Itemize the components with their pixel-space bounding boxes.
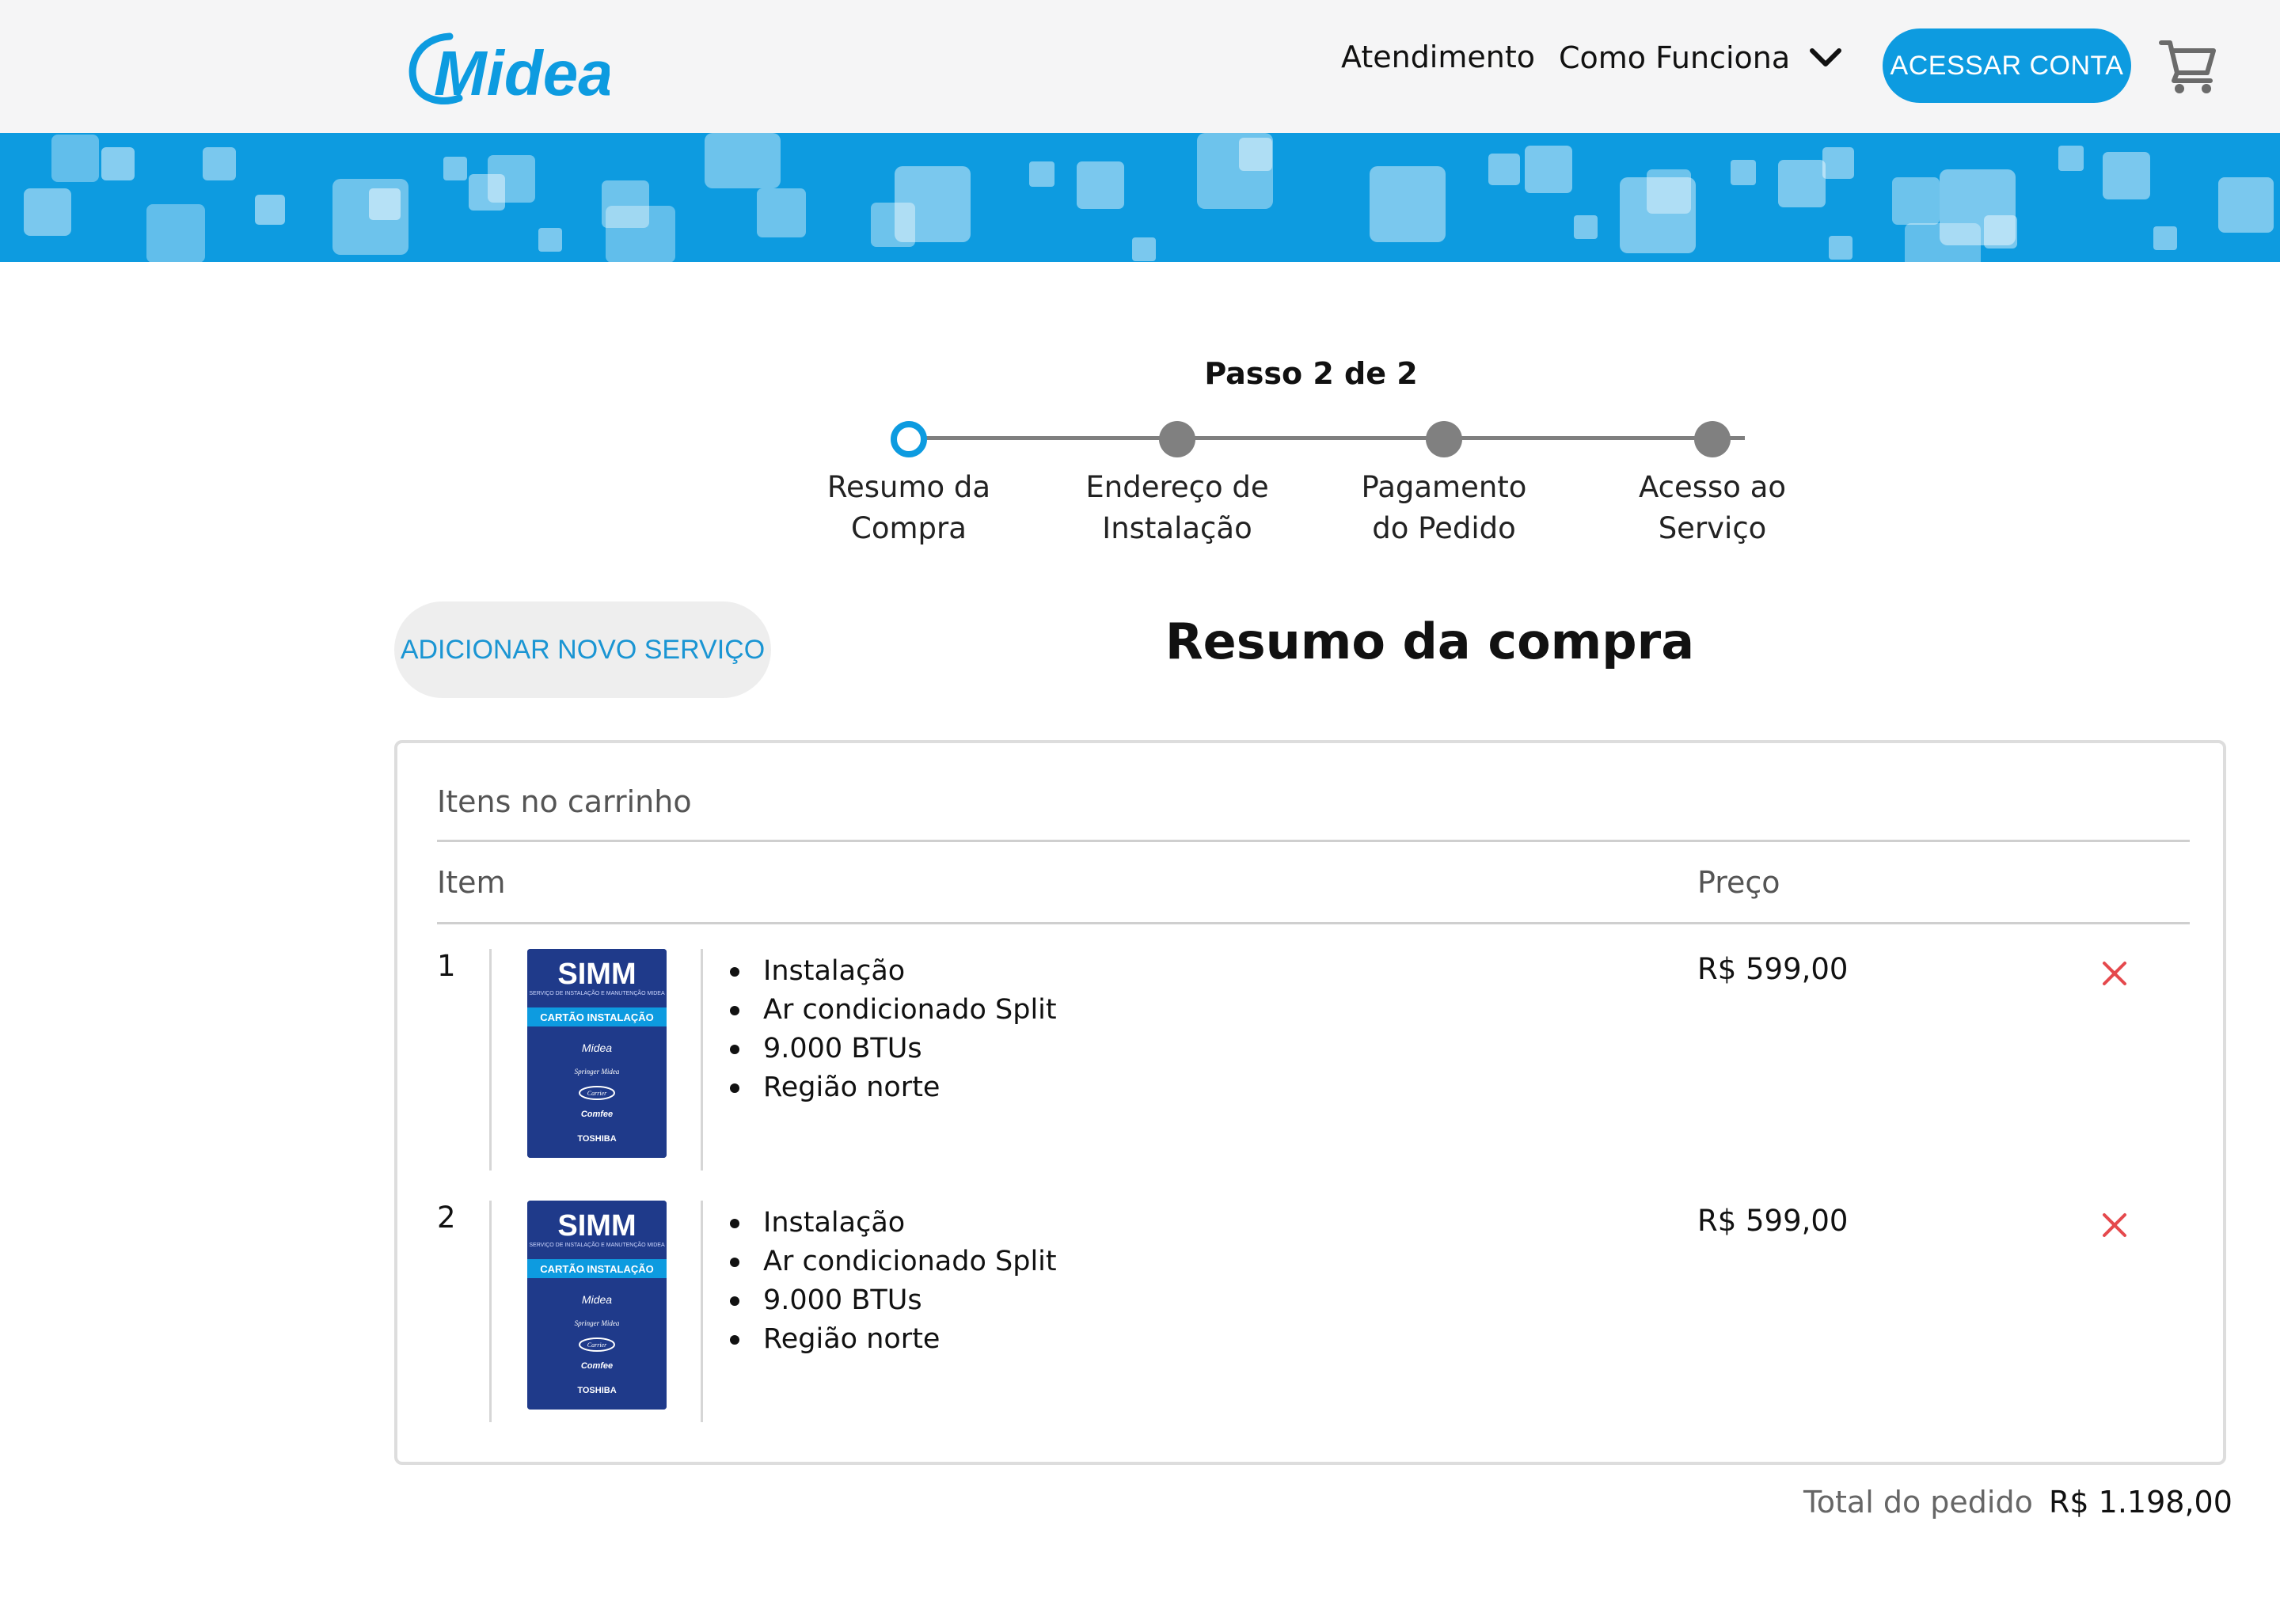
detail-product: Ar condicionado Split — [730, 991, 1057, 1030]
step-label-resumo: Resumo da Compra — [826, 470, 991, 545]
login-button[interactable]: ACESSAR CONTA — [1883, 28, 2131, 103]
card-logo-midea: Midea — [582, 1042, 612, 1054]
column-header-item: Item — [437, 865, 506, 900]
detail-product: Ar condicionado Split — [730, 1243, 1057, 1281]
card-logo-carrier: Carrier — [587, 1341, 607, 1349]
divider — [437, 840, 2190, 842]
remove-item-button[interactable] — [2095, 1205, 2134, 1245]
close-icon — [2103, 1213, 2126, 1237]
item-number: 2 — [437, 1201, 456, 1235]
banner-squares — [24, 133, 2274, 262]
card-logo-springer: Springer Midea — [575, 1068, 620, 1076]
step-caption: Passo 2 de 2 — [1204, 356, 1418, 391]
item-details-list: Instalação Ar condicionado Split 9.000 B… — [730, 952, 1057, 1107]
step-label-acesso: Acesso ao Serviço — [1638, 470, 1787, 545]
cart-item-row: 2 SIMM SERVIÇO DE INSTALAÇÃO E MANUTENÇÃ… — [397, 1201, 2223, 1438]
step-dot-resumo[interactable] — [891, 421, 927, 457]
detail-service: Instalação — [730, 1204, 1057, 1243]
row-divider — [489, 1201, 492, 1422]
nav-como-funciona[interactable]: Como Funciona — [1559, 40, 1844, 76]
detail-region: Região norte — [730, 1320, 1057, 1359]
card-logo-carrier: Carrier — [587, 1090, 607, 1097]
card-band: CARTÃO INSTALAÇÃO — [540, 1263, 653, 1275]
item-details-list: Instalação Ar condicionado Split 9.000 B… — [730, 1204, 1057, 1359]
order-total-label: Total do pedido — [1803, 1485, 2033, 1520]
detail-capacity: 9.000 BTUs — [730, 1030, 1057, 1068]
card-brand: SIMM — [557, 1209, 636, 1243]
item-number: 1 — [437, 949, 456, 983]
checkout-stepper: Resumo da Compra Endereço de Instalação … — [823, 412, 1805, 554]
detail-capacity: 9.000 BTUs — [730, 1281, 1057, 1320]
card-logo-midea: Midea — [582, 1293, 612, 1306]
step-dot-endereco[interactable] — [1159, 421, 1195, 457]
install-card-artwork: SIMM SERVIÇO DE INSTALAÇÃO E MANUTENÇÃO … — [527, 1201, 667, 1410]
cart-icon[interactable] — [2158, 35, 2220, 97]
card-logo-toshiba: TOSHIBA — [577, 1386, 616, 1395]
detail-region: Região norte — [730, 1068, 1057, 1107]
step-label-endereco: Endereço de Instalação — [1085, 470, 1269, 545]
stepper-track — [909, 436, 1745, 440]
add-service-button[interactable]: ADICIONAR NOVO SERVIÇO — [394, 601, 771, 698]
divider — [437, 922, 2190, 924]
nav-atendimento[interactable]: Atendimento — [1341, 40, 1535, 74]
top-header: Midea Atendimento Como Funciona ACESSAR … — [0, 0, 2280, 133]
product-image-card: SIMM SERVIÇO DE INSTALAÇÃO E MANUTENÇÃO … — [527, 949, 667, 1158]
column-header-price: Preço — [1697, 865, 1780, 900]
remove-item-button[interactable] — [2095, 954, 2134, 993]
card-logo-comfee: Comfee — [581, 1110, 613, 1119]
logo-text: Midea — [434, 38, 610, 108]
step-dot-acesso[interactable] — [1694, 421, 1731, 457]
item-price: R$ 599,00 — [1697, 952, 1849, 986]
card-subtitle: SERVIÇO DE INSTALAÇÃO E MANUTENÇÃO MIDEA — [529, 1241, 665, 1248]
row-divider — [701, 949, 703, 1171]
decorative-banner — [0, 133, 2280, 262]
cart-card: Itens no carrinho Item Preço 1 SIMM SERV… — [394, 740, 2226, 1465]
card-brand: SIMM — [557, 958, 636, 991]
item-price: R$ 599,00 — [1697, 1204, 1849, 1238]
row-divider — [489, 949, 492, 1171]
cart-title: Itens no carrinho — [437, 784, 692, 819]
card-logo-toshiba: TOSHIBA — [577, 1134, 616, 1144]
page-title: Resumo da compra — [1165, 613, 1695, 670]
card-band: CARTÃO INSTALAÇÃO — [540, 1011, 653, 1023]
card-logo-springer: Springer Midea — [575, 1319, 620, 1327]
row-divider — [701, 1201, 703, 1422]
card-logo-comfee: Comfee — [581, 1361, 613, 1371]
step-dot-pagamento[interactable] — [1426, 421, 1462, 457]
order-total-value: R$ 1.198,00 — [2049, 1485, 2232, 1520]
close-icon — [2103, 962, 2126, 985]
nav-como-funciona-label: Como Funciona — [1559, 40, 1791, 75]
product-image-card: SIMM SERVIÇO DE INSTALAÇÃO E MANUTENÇÃO … — [527, 1201, 667, 1410]
step-label-pagamento: Pagamento do Pedido — [1361, 470, 1527, 545]
card-subtitle: SERVIÇO DE INSTALAÇÃO E MANUTENÇÃO MIDEA — [529, 989, 665, 996]
detail-service: Instalação — [730, 952, 1057, 991]
cart-item-row: 1 SIMM SERVIÇO DE INSTALAÇÃO E MANUTENÇÃ… — [397, 949, 2223, 1186]
install-card-artwork: SIMM SERVIÇO DE INSTALAÇÃO E MANUTENÇÃO … — [527, 949, 667, 1158]
midea-logo[interactable]: Midea — [404, 22, 610, 109]
chevron-down-icon — [1810, 48, 1842, 66]
